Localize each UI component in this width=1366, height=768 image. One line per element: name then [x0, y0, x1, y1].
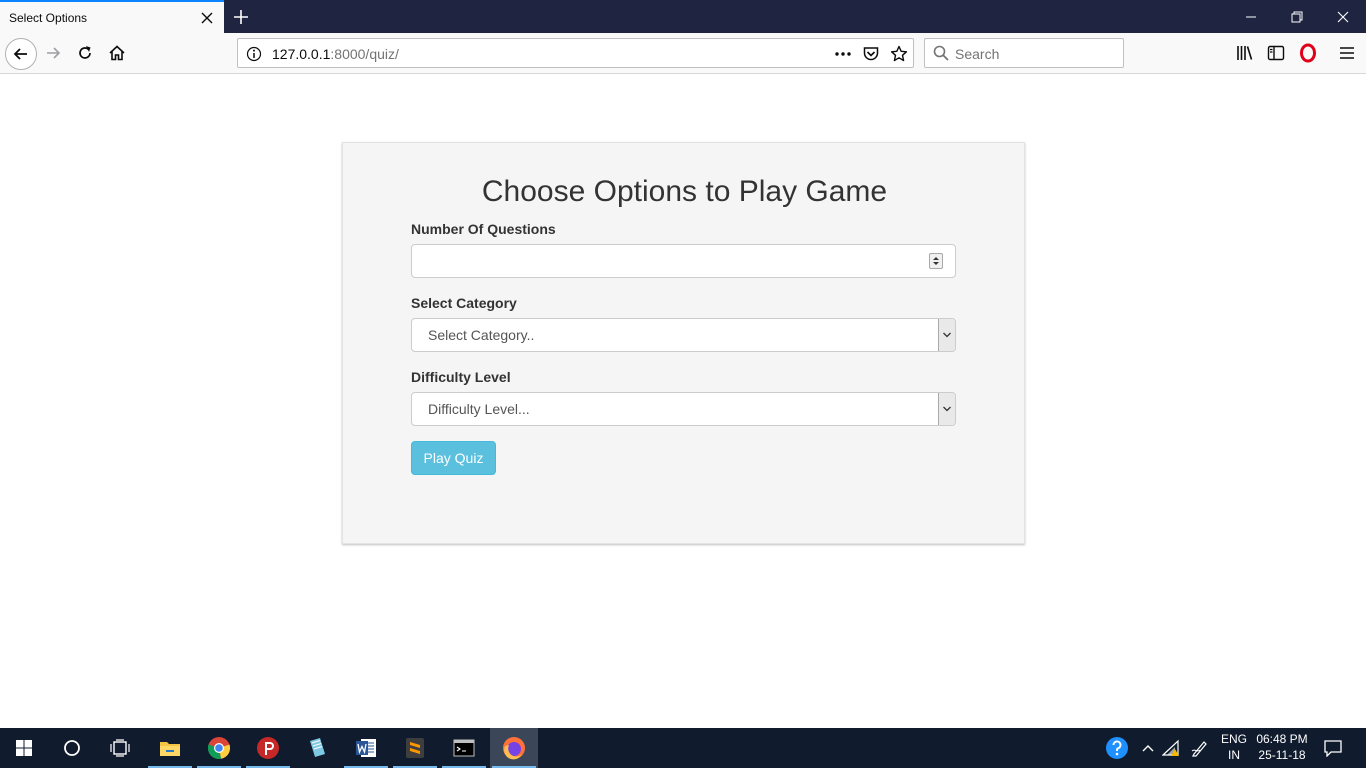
close-icon [1337, 11, 1349, 22]
task-view-button[interactable] [96, 728, 144, 768]
tab-bar: Select Options [0, 0, 1366, 33]
url-text[interactable]: 127.0.0.1:8000/quiz/ [272, 46, 399, 62]
play-quiz-button[interactable]: Play Quiz [411, 441, 496, 475]
sublime-text-icon [406, 738, 424, 758]
minimize-button[interactable] [1228, 0, 1274, 33]
pen-icon [1191, 741, 1207, 757]
back-button[interactable] [4, 37, 38, 71]
category-selected-value: Select Category.. [428, 327, 535, 343]
back-button-circle [5, 38, 37, 70]
forward-button[interactable] [38, 38, 68, 68]
firefox-icon [503, 737, 525, 760]
questions-field[interactable] [411, 244, 956, 278]
opera-vpn-button[interactable] [1298, 43, 1318, 63]
firefox-button[interactable] [490, 728, 538, 768]
notepad-icon [310, 738, 325, 757]
sublime-button[interactable] [391, 728, 439, 768]
home-button[interactable] [102, 38, 132, 68]
tab-title: Select Options [9, 11, 88, 25]
tab-active[interactable]: Select Options [0, 0, 224, 33]
chevron-down-icon [943, 332, 951, 338]
notepad-button[interactable] [293, 728, 341, 768]
search-input[interactable] [955, 44, 1115, 64]
chrome-button[interactable] [195, 728, 243, 768]
help-icon [1106, 737, 1128, 759]
sidebar-icon [1267, 45, 1285, 61]
action-center-button[interactable] [1318, 728, 1348, 768]
reload-button[interactable] [70, 38, 100, 68]
reload-icon [79, 46, 91, 59]
category-dropdown-button[interactable] [938, 319, 955, 351]
terminal-button[interactable] [440, 728, 488, 768]
pen-tray-button[interactable] [1188, 728, 1212, 768]
word-icon [356, 739, 376, 757]
url-host: 127.0.0.1 [272, 46, 331, 62]
home-icon [109, 45, 125, 61]
sidebar-button[interactable] [1266, 43, 1286, 63]
pocket-icon[interactable] [862, 45, 880, 63]
back-arrow-icon [13, 48, 27, 60]
cortana-button[interactable] [48, 728, 96, 768]
cortana-icon [64, 740, 80, 756]
difficulty-select[interactable]: Difficulty Level... [411, 392, 956, 426]
chrome-icon [207, 737, 231, 759]
clock-date: 25-11-18 [1258, 748, 1306, 762]
notification-icon [1324, 740, 1342, 757]
language-code: ENG [1220, 732, 1247, 746]
new-tab-icon[interactable] [232, 8, 250, 26]
spinner-arrows-icon [933, 257, 939, 265]
number-of-questions-input[interactable] [412, 245, 912, 277]
task-view-icon [110, 739, 130, 757]
hamburger-menu-icon [1340, 47, 1354, 59]
network-tray-button[interactable] [1160, 728, 1184, 768]
category-label: Select Category [411, 295, 517, 311]
clock[interactable]: 06:48 PM 25-11-18 [1254, 732, 1310, 762]
close-tab-icon[interactable] [199, 10, 215, 26]
show-hidden-icons-button[interactable] [1138, 728, 1158, 768]
search-bar[interactable] [924, 38, 1124, 68]
chevron-down-icon [943, 406, 951, 412]
library-button[interactable] [1235, 43, 1255, 63]
minimize-icon [1246, 16, 1256, 17]
page-title: Choose Options to Play Game [481, 175, 888, 208]
clock-time: 06:48 PM [1256, 732, 1308, 746]
terminal-icon [453, 739, 475, 757]
psiphon-icon [257, 737, 279, 759]
url-bar[interactable]: 127.0.0.1:8000/quiz/ [237, 38, 914, 68]
opera-icon [1300, 43, 1316, 63]
library-icon [1237, 46, 1253, 60]
search-icon [933, 45, 949, 61]
restore-button[interactable] [1274, 0, 1320, 33]
start-button[interactable] [0, 728, 48, 768]
menu-button[interactable] [1337, 43, 1357, 63]
file-explorer-icon [160, 742, 180, 756]
page-content: Choose Options to Play Game Number Of Qu… [0, 74, 1366, 728]
bookmark-star-icon[interactable] [890, 45, 908, 63]
number-spinner[interactable] [929, 253, 943, 269]
region-code: IN [1228, 748, 1240, 762]
windows-taskbar: ENG IN 06:48 PM 25-11-18 [0, 728, 1366, 768]
options-form-panel: Choose Options to Play Game Number Of Qu… [342, 142, 1025, 544]
restore-icon [1291, 11, 1303, 22]
close-window-button[interactable] [1320, 0, 1366, 33]
difficulty-selected-value: Difficulty Level... [428, 401, 530, 417]
questions-label: Number Of Questions [411, 221, 556, 237]
navigation-toolbar: 127.0.0.1:8000/quiz/ [0, 33, 1366, 74]
input-language[interactable]: ENG IN [1218, 732, 1250, 762]
word-button[interactable] [342, 728, 390, 768]
url-path: :8000/quiz/ [330, 46, 399, 62]
wifi-warning-icon [1162, 739, 1179, 756]
category-select[interactable]: Select Category.. [411, 318, 956, 352]
chevron-up-icon [1142, 745, 1154, 752]
start-icon [16, 740, 32, 756]
difficulty-label: Difficulty Level [411, 369, 511, 385]
psiphon-button[interactable] [244, 728, 292, 768]
page-actions-icon[interactable] [834, 45, 852, 63]
site-info-icon[interactable] [246, 46, 262, 62]
forward-arrow-icon [47, 47, 61, 59]
file-explorer-button[interactable] [146, 728, 194, 768]
help-tray-button[interactable] [1095, 728, 1139, 768]
difficulty-dropdown-button[interactable] [938, 393, 955, 425]
